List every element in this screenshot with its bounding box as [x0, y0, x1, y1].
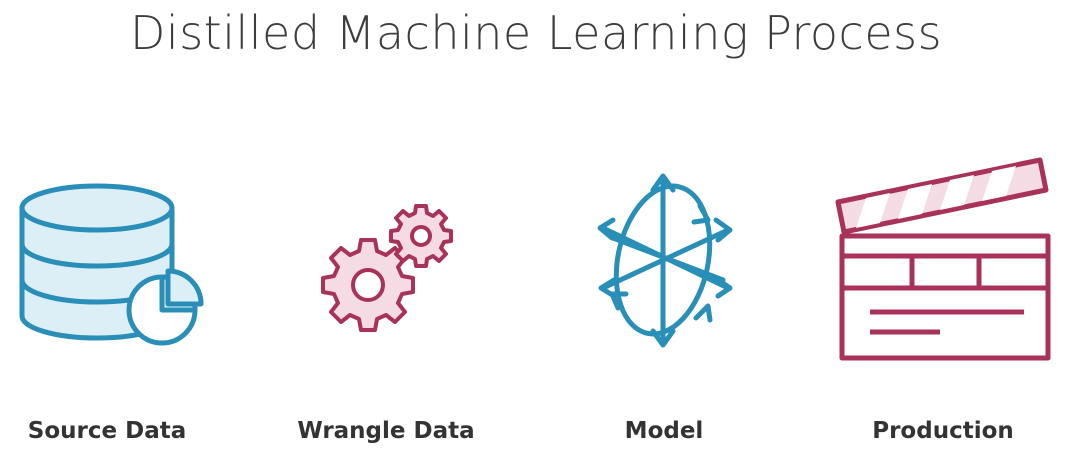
- step-label-production: Production: [872, 418, 1014, 444]
- gears-icon: [321, 204, 453, 332]
- clapperboard-icon: [835, 157, 1051, 361]
- step-label-source-data: Source Data: [27, 418, 187, 444]
- step-label-wrangle-data: Wrangle Data: [297, 418, 475, 444]
- orbit-arrows-icon: [597, 173, 733, 348]
- step-label-model: Model: [624, 418, 704, 444]
- page-title: Distilled Machine Learning Process: [130, 6, 943, 60]
- database-pie-chart-icon: [19, 183, 204, 346]
